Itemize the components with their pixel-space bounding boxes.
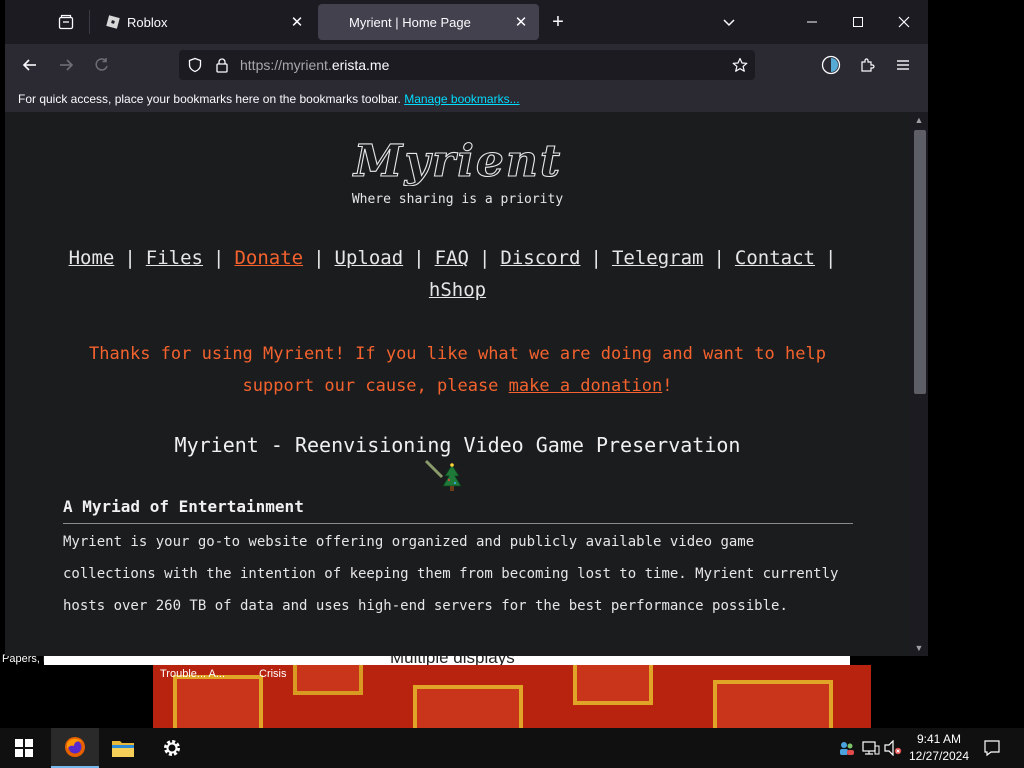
puzzle-piece-icon <box>861 58 875 72</box>
tab-roblox[interactable]: Roblox ✕ <box>95 4 315 40</box>
donation-notice: Thanks for using Myrient! If you like wh… <box>89 344 826 396</box>
nav-contact-link[interactable]: Contact <box>735 247 815 269</box>
taskbar-clock[interactable]: 9:41 AM 12/27/2024 <box>904 731 974 765</box>
tray-volume[interactable] <box>882 728 904 768</box>
people-icon <box>840 742 854 755</box>
close-icon <box>898 16 910 28</box>
url-text[interactable]: https://myrient.erista.me <box>240 57 389 73</box>
firefox-icon <box>65 737 85 757</box>
maximize-icon <box>853 17 863 27</box>
scroll-up-icon[interactable]: ▲ <box>910 112 928 128</box>
myrient-logo[interactable]: Myrient <box>335 138 581 186</box>
list-all-tabs-button[interactable] <box>717 10 741 34</box>
nav-faq-link[interactable]: FAQ <box>435 247 469 269</box>
network-icon <box>862 741 880 755</box>
taskbar-firefox[interactable] <box>51 728 99 768</box>
reload-button[interactable] <box>88 52 116 78</box>
section-heading: A Myriad of Entertainment <box>63 497 304 516</box>
tab-title: Roblox <box>127 14 168 30</box>
section-divider <box>63 523 853 524</box>
tracking-protection-shield-icon[interactable] <box>187 57 203 73</box>
nav-discord-link[interactable]: Discord <box>500 247 580 269</box>
new-tab-button[interactable]: + <box>546 10 570 34</box>
page-headline: Myrient - Reenvisioning Video Game Prese… <box>174 433 741 457</box>
scroll-down-icon[interactable]: ▼ <box>910 640 928 656</box>
tab-title: Myrient | Home Page <box>349 14 471 30</box>
nav-donate-link[interactable]: Donate <box>234 247 303 269</box>
start-button[interactable] <box>0 728 48 768</box>
site-navigation: Home | Files | Donate | Upload | FAQ | Discord | Tel… <box>68 247 837 301</box>
firefox-view-button[interactable] <box>49 8 83 36</box>
maximize-button[interactable] <box>835 4 881 40</box>
nav-hshop-link[interactable]: hShop <box>429 279 486 301</box>
tray-network[interactable] <box>860 728 882 768</box>
page-scrollbar[interactable]: ▲ ▼ <box>910 112 928 656</box>
bookmarks-hint-text: For quick access, place your bookmarks h… <box>18 92 401 106</box>
bookmarks-toolbar: For quick access, place your bookmarks h… <box>5 86 928 112</box>
christmas-tree-cursor-icon <box>424 459 462 491</box>
menu-button[interactable] <box>889 52 917 78</box>
minimize-button[interactable] <box>789 4 835 40</box>
forward-button[interactable] <box>52 52 80 78</box>
intro-paragraph: Myrient is your go-to website offering o… <box>63 534 839 614</box>
notification-icon <box>984 740 1000 757</box>
taskbar-settings[interactable] <box>148 728 196 768</box>
clock-time: 9:41 AM <box>916 732 962 746</box>
clock-date: 12/27/2024 <box>908 749 970 763</box>
page-content: Myrient Where sharing is a priority Home… <box>5 112 910 656</box>
nav-files-link[interactable]: Files <box>146 247 203 269</box>
close-tab-icon[interactable]: ✕ <box>509 10 533 34</box>
back-button[interactable] <box>16 52 44 78</box>
make-donation-link[interactable]: make a donation <box>509 376 663 396</box>
back-arrow-icon <box>22 59 36 71</box>
firefox-view-icon <box>58 14 74 30</box>
roblox-favicon-icon <box>106 15 120 29</box>
folder-icon <box>112 741 134 757</box>
account-button[interactable] <box>817 52 845 78</box>
minimize-icon <box>807 21 817 23</box>
taskbar-file-explorer[interactable] <box>99 728 147 768</box>
hamburger-menu-icon <box>897 60 909 70</box>
bookmark-star-icon[interactable] <box>729 54 751 76</box>
manage-bookmarks-link[interactable]: Manage bookmarks... <box>404 92 519 106</box>
reload-icon <box>95 58 108 71</box>
action-center-button[interactable] <box>978 728 1006 768</box>
taskbar: 9:41 AM 12/27/2024 <box>0 728 1024 768</box>
nav-telegram-link[interactable]: Telegram <box>612 247 704 269</box>
windows-logo-icon <box>15 739 33 757</box>
tab-bar: Roblox ✕ Myrient | Home Page ✕ + <box>5 0 928 44</box>
scrollbar-thumb[interactable] <box>914 130 926 394</box>
close-window-button[interactable] <box>881 4 927 40</box>
nav-upload-link[interactable]: Upload <box>335 247 404 269</box>
game-label: Trouble... A... <box>160 668 226 680</box>
svg-text:Myrient: Myrient <box>352 138 562 186</box>
tab-myrient[interactable]: Myrient | Home Page ✕ <box>318 4 539 40</box>
address-bar[interactable]: https://myrient.erista.me <box>179 50 755 80</box>
lock-icon[interactable] <box>215 57 229 73</box>
navigation-toolbar: https://myrient.erista.me <box>5 44 928 86</box>
nav-home-link[interactable]: Home <box>69 247 115 269</box>
site-tagline: Where sharing is a priority <box>351 192 564 207</box>
sync-account-icon <box>821 55 841 75</box>
extensions-button[interactable] <box>853 52 881 78</box>
game-label: Crisis <box>259 668 287 680</box>
volume-muted-icon <box>884 740 902 756</box>
tray-network-status[interactable] <box>836 728 858 768</box>
browser-window: Roblox ✕ Myrient | Home Page ✕ + https:/… <box>5 0 928 656</box>
gear-icon <box>164 740 180 756</box>
close-tab-icon[interactable]: ✕ <box>285 10 309 34</box>
forward-arrow-icon <box>60 59 74 71</box>
chevron-down-icon <box>723 19 735 27</box>
